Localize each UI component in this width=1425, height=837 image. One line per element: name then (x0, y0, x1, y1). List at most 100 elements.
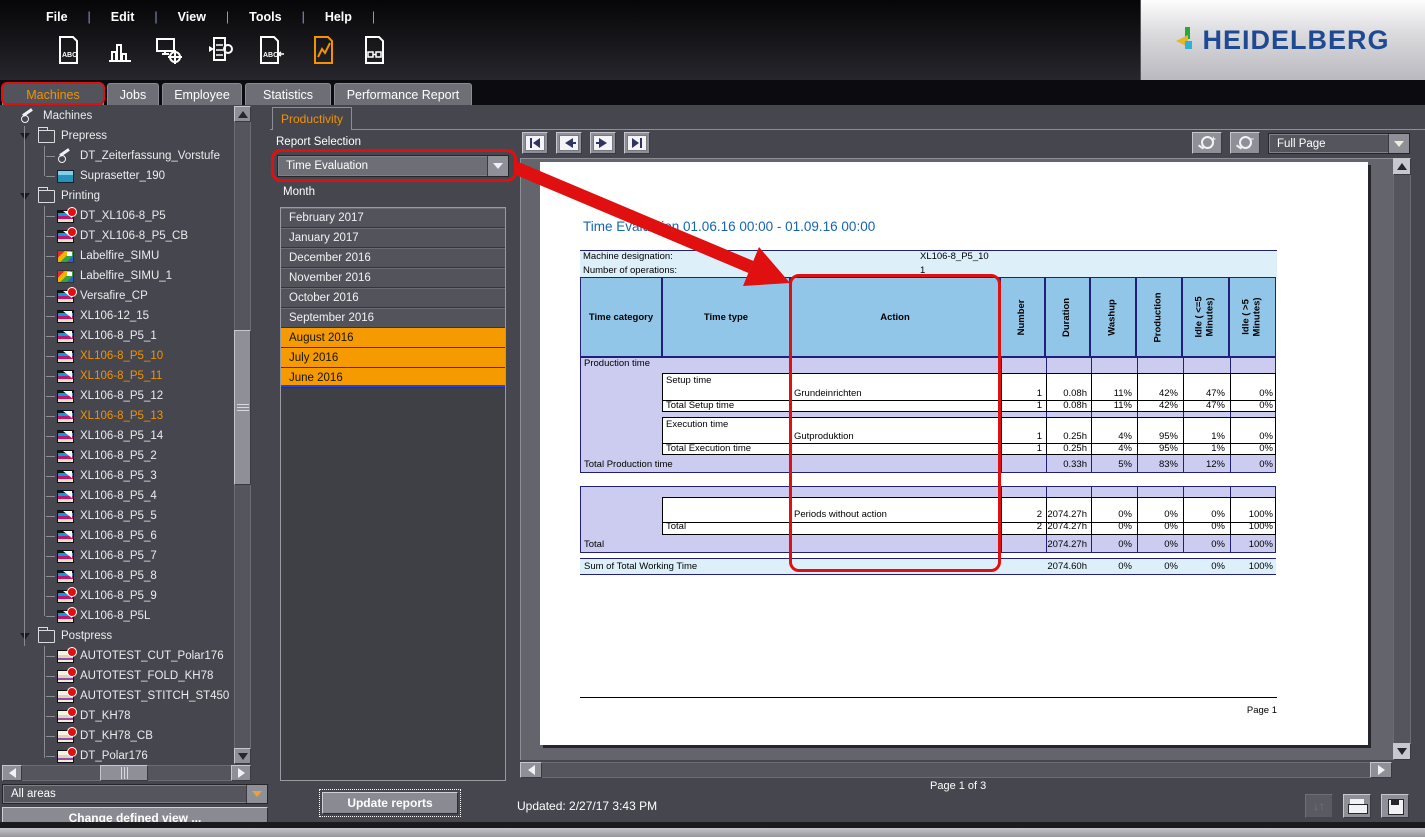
report-scroll-down-button[interactable] (1393, 743, 1411, 760)
chevron-down-icon[interactable] (246, 785, 267, 803)
tree-item[interactable]: XL106-8_P5_7 (2, 546, 234, 566)
tree-item[interactable]: XL106-8_P5_13 (2, 406, 234, 426)
month-list-item[interactable]: July 2016 (281, 348, 505, 368)
month-list-item[interactable]: August 2016 (281, 328, 505, 348)
tree-item[interactable]: Prepress (2, 126, 234, 146)
system-settings-icon[interactable] (152, 33, 184, 69)
expander-icon[interactable] (20, 633, 30, 640)
tree-item[interactable]: DT_Polar176 (2, 746, 234, 764)
tab-performance-report[interactable]: Performance Report (334, 83, 472, 105)
tree-item[interactable]: AUTOTEST_STITCH_ST450 (2, 686, 234, 706)
tree-item-label: XL106-8_P5_12 (80, 390, 163, 402)
tree-item[interactable]: XL106-8_P5_6 (2, 526, 234, 546)
previous-page-button[interactable] (556, 132, 582, 154)
tree-item[interactable]: Suprasetter_190 (2, 166, 234, 186)
refresh-button[interactable]: ↓↑ (1305, 794, 1333, 818)
cell-value: 1 (1002, 400, 1042, 413)
chart-report-icon[interactable] (103, 33, 135, 69)
expander-icon[interactable] (20, 133, 30, 140)
tree-item[interactable]: AUTOTEST_FOLD_KH78 (2, 666, 234, 686)
tree-item[interactable]: XL106-8_P5_4 (2, 486, 234, 506)
tree-item[interactable]: DT_Zeiterfassung_Vorstufe (2, 146, 234, 166)
month-list-item[interactable]: June 2016 (281, 368, 505, 388)
zoom-in-button[interactable]: + (1192, 132, 1222, 154)
month-label: July 2016 (289, 352, 338, 364)
tree-item[interactable]: Machines (2, 106, 234, 126)
zoom-out-button[interactable]: − (1230, 132, 1260, 154)
tree-item[interactable]: XL106-8_P5L (2, 606, 234, 626)
tree-item[interactable]: XL106-8_P5_9 (2, 586, 234, 606)
tree-item[interactable]: DT_KH78 (2, 706, 234, 726)
month-list-item[interactable]: January 2017 (281, 228, 505, 248)
tree-item[interactable]: XL106-8_P5_1 (2, 326, 234, 346)
tree-item[interactable]: XL106-8_P5_10 (2, 346, 234, 366)
tree-item[interactable]: XL106-8_P5_8 (2, 566, 234, 586)
tree-scroll-up-button[interactable] (234, 106, 251, 122)
tree-item[interactable]: XL106-8_P5_14 (2, 426, 234, 446)
tree-scroll-down-button[interactable] (234, 748, 251, 764)
tree-item[interactable]: Printing (2, 186, 234, 206)
report-import-icon[interactable]: ABC (255, 33, 287, 69)
month-list-item[interactable]: September 2016 (281, 308, 505, 328)
tab-machines[interactable]: Machines (2, 83, 104, 105)
report-selection-select[interactable]: Time Evaluation (277, 155, 509, 177)
next-page-button[interactable] (590, 132, 616, 154)
menu-item[interactable]: View (178, 8, 250, 26)
tree-scroll-left-button[interactable] (2, 765, 22, 781)
tree-item-label: XL106-8_P5_8 (80, 570, 157, 582)
menu-item[interactable]: Help (325, 8, 395, 26)
month-list: February 2017 January 2017 December 2016… (280, 207, 506, 781)
performance-report-icon[interactable] (307, 33, 339, 69)
tab-statistics[interactable]: Statistics (245, 83, 331, 105)
tree-scroll-right-button[interactable] (231, 765, 251, 781)
month-list-item[interactable]: February 2017 (281, 208, 505, 228)
print-button[interactable] (1343, 794, 1371, 818)
chevron-down-icon[interactable] (487, 156, 508, 176)
report-scroll-up-button[interactable] (1393, 158, 1411, 175)
tree-item[interactable]: XL106-8_P5_12 (2, 386, 234, 406)
report-structure-icon[interactable] (358, 33, 390, 69)
tree-item[interactable]: XL106-8_P5_2 (2, 446, 234, 466)
report-hscrollbar-track[interactable] (520, 762, 1392, 778)
tree-item[interactable]: XL106-12_15 (2, 306, 234, 326)
save-button[interactable] (1381, 794, 1409, 818)
tree-item[interactable]: Versafire_CP (2, 286, 234, 306)
tree-hscrollbar-thumb[interactable] (100, 765, 148, 781)
expander-icon[interactable] (20, 193, 30, 200)
report-vscrollbar-track[interactable] (1393, 158, 1411, 760)
update-reports-button[interactable]: Update reports (322, 792, 458, 814)
tree-item[interactable]: Labelfire_SIMU_1 (2, 266, 234, 286)
tree-vscrollbar-thumb[interactable] (234, 330, 251, 485)
tab-productivity[interactable]: Productivity (272, 107, 352, 130)
last-page-button[interactable] (624, 132, 650, 154)
machine-settings-icon[interactable] (204, 33, 236, 69)
month-list-item[interactable]: November 2016 (281, 268, 505, 288)
tree-item[interactable]: DT_KH78_CB (2, 726, 234, 746)
tree-item-label: XL106-8_P5_2 (80, 450, 157, 462)
tree-item[interactable]: Labelfire_SIMU (2, 246, 234, 266)
report-scroll-right-button[interactable] (1370, 762, 1392, 778)
tree-item[interactable]: DT_XL106-8_P5_CB (2, 226, 234, 246)
cell-value: 0% (1231, 443, 1273, 456)
tab-employee[interactable]: Employee (162, 83, 242, 105)
chevron-down-icon[interactable] (1388, 134, 1409, 153)
tree-item-label: Suprasetter_190 (80, 170, 165, 182)
month-list-item[interactable]: October 2016 (281, 288, 505, 308)
first-page-button[interactable] (522, 132, 548, 154)
text-report-icon[interactable]: ABC (52, 33, 84, 69)
tree-item[interactable]: AUTOTEST_CUT_Polar176 (2, 646, 234, 666)
tree-item[interactable]: XL106-8_P5_3 (2, 466, 234, 486)
tree-item[interactable]: DT_XL106-8_P5 (2, 206, 234, 226)
tree-item[interactable]: XL106-8_P5_11 (2, 366, 234, 386)
tree-item[interactable]: XL106-8_P5_5 (2, 506, 234, 526)
menu-item[interactable]: Edit (111, 8, 178, 26)
zoom-level-select[interactable]: Full Page (1268, 133, 1410, 154)
menu-item[interactable]: Tools (249, 8, 325, 26)
cell-value: 2074.27h (1047, 521, 1087, 534)
area-filter-select[interactable]: All areas (2, 784, 268, 804)
tab-jobs[interactable]: Jobs (107, 83, 159, 105)
menu-item[interactable]: File (46, 8, 111, 26)
month-list-item[interactable]: December 2016 (281, 248, 505, 268)
tree-item[interactable]: Postpress (2, 626, 234, 646)
report-scroll-left-button[interactable] (520, 762, 542, 778)
